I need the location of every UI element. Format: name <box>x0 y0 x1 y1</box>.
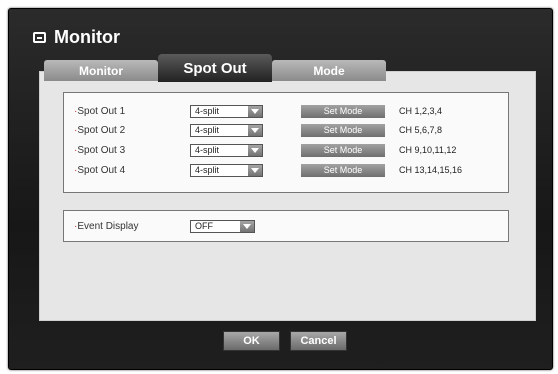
spot-out-label-2: Spot Out 2 <box>74 125 125 136</box>
cancel-button[interactable]: Cancel <box>290 331 347 351</box>
spot-out-2-split-select[interactable]: 4-split <box>190 124 263 137</box>
spot-out-4-channels: CH 13,14,15,16 <box>399 165 463 175</box>
chevron-down-icon[interactable] <box>248 125 262 136</box>
monitor-icon <box>33 31 46 43</box>
event-display-label: Event Display <box>74 221 138 232</box>
spot-out-3-split-value: 4-split <box>195 145 220 155</box>
spot-out-1-split-select[interactable]: 4-split <box>190 105 263 118</box>
tab-spot-out[interactable]: Spot Out <box>158 54 272 82</box>
dialog-title-text: Monitor <box>54 26 120 47</box>
tab-monitor[interactable]: Monitor <box>44 60 158 81</box>
spot-out-2-channels: CH 5,6,7,8 <box>399 125 443 135</box>
spot-out-4-set-mode-button[interactable]: Set Mode <box>301 164 385 177</box>
chevron-down-icon[interactable] <box>248 145 262 156</box>
spot-out-2-set-mode-button[interactable]: Set Mode <box>301 124 385 137</box>
spot-out-3-set-mode-button[interactable]: Set Mode <box>301 144 385 157</box>
spot-out-label-3: Spot Out 3 <box>74 145 125 156</box>
spot-out-row-1: Spot Out 1 4-split Set Mode CH 1,2,3,4 <box>64 105 508 119</box>
spot-out-1-channels: CH 1,2,3,4 <box>399 106 443 116</box>
ok-button[interactable]: OK <box>223 331 280 351</box>
event-display-row: Event Display OFF <box>64 220 508 234</box>
spot-out-4-split-value: 4-split <box>195 165 220 175</box>
chevron-down-icon[interactable] <box>248 165 262 176</box>
spot-out-row-2: Spot Out 2 4-split Set Mode CH 5,6,7,8 <box>64 124 508 138</box>
chevron-down-icon[interactable] <box>240 221 254 232</box>
spot-out-4-split-select[interactable]: 4-split <box>190 164 263 177</box>
tab-mode[interactable]: Mode <box>272 60 386 81</box>
spot-out-1-split-value: 4-split <box>195 106 220 116</box>
chevron-down-icon[interactable] <box>248 106 262 117</box>
spot-out-3-split-select[interactable]: 4-split <box>190 144 263 157</box>
spot-out-group: Spot Out 1 4-split Set Mode CH 1,2,3,4 S… <box>63 92 509 193</box>
spot-out-1-set-mode-button[interactable]: Set Mode <box>301 105 385 118</box>
spot-out-row-3: Spot Out 3 4-split Set Mode CH 9,10,11,1… <box>64 144 508 158</box>
spot-out-2-split-value: 4-split <box>195 125 220 135</box>
dialog-title: Monitor <box>33 24 120 50</box>
spot-out-label-1: Spot Out 1 <box>74 106 125 117</box>
event-display-select[interactable]: OFF <box>190 220 255 233</box>
event-display-group: Event Display OFF <box>63 210 509 242</box>
event-display-value: OFF <box>195 221 213 231</box>
spot-out-label-4: Spot Out 4 <box>74 165 125 176</box>
spot-out-row-4: Spot Out 4 4-split Set Mode CH 13,14,15,… <box>64 164 508 178</box>
spot-out-3-channels: CH 9,10,11,12 <box>399 145 457 155</box>
